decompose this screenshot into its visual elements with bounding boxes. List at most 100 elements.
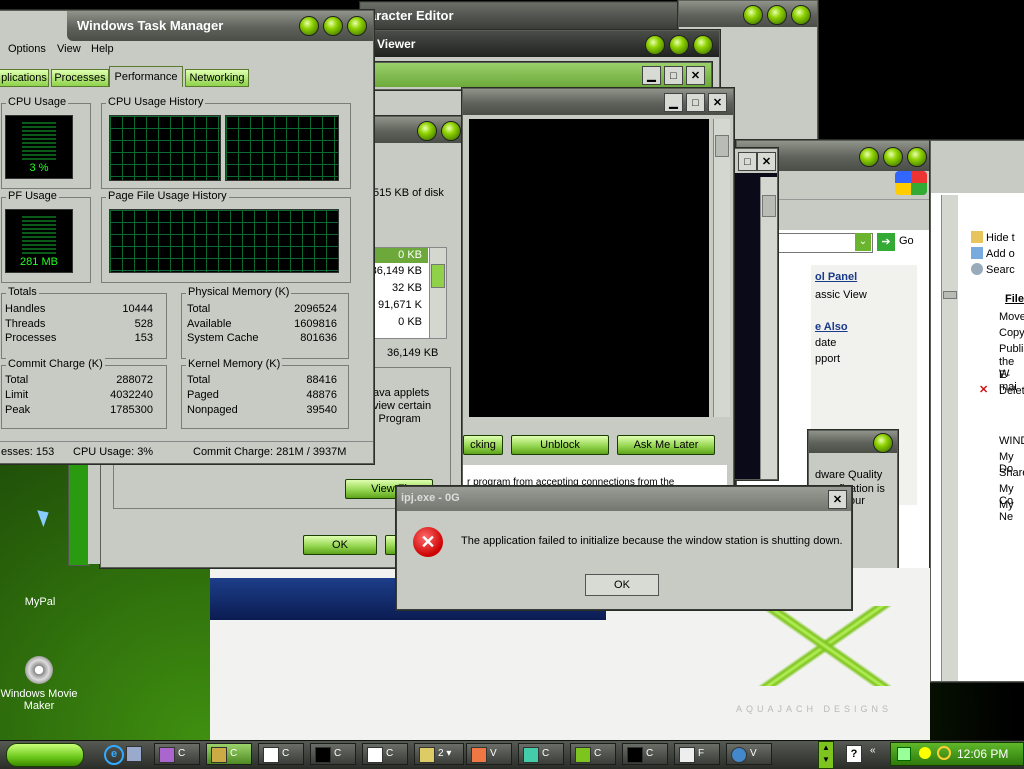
desktop-icon-windows-movie-maker[interactable]: Windows Movie Maker — [0, 656, 78, 712]
file-task-move[interactable]: Move — [999, 311, 1024, 323]
place-windows[interactable]: WIND — [999, 435, 1024, 447]
desktop-icon-mypal[interactable]: MyPal — [10, 596, 70, 608]
taskbar-label-12: V — [750, 748, 757, 759]
error-icon: ✕ — [413, 527, 443, 557]
control-panel-heading[interactable]: ol Panel — [815, 271, 857, 283]
clock[interactable]: 12:06 PM — [957, 747, 1008, 761]
tray-chevron-icon[interactable]: « — [870, 745, 876, 756]
close-orb-icon[interactable] — [441, 121, 461, 141]
dark-list-window[interactable]: □ ✕ — [734, 148, 778, 480]
tab-performance[interactable]: Performance — [109, 66, 183, 87]
place-shared[interactable]: Share — [999, 467, 1024, 479]
cpu-usage-label: CPU Usage — [6, 96, 69, 108]
taskbar-button-12[interactable]: V — [726, 743, 772, 765]
maximize-orb-icon[interactable] — [883, 147, 903, 167]
ok-button[interactable]: OK — [303, 535, 377, 555]
taskbar-button-10[interactable]: C — [622, 743, 668, 765]
taskbar-label-11: F — [698, 748, 705, 759]
minimize-button[interactable]: ▁ — [642, 66, 661, 85]
taskbar-button-8[interactable]: C — [518, 743, 564, 765]
close-button[interactable]: ✕ — [686, 66, 705, 85]
classic-view-link[interactable]: assic View — [815, 289, 867, 301]
network-icon[interactable] — [897, 747, 911, 761]
minimize-button[interactable]: ▁ — [664, 93, 683, 112]
file-task-delete[interactable]: Delete — [999, 385, 1024, 397]
task-manager-window[interactable]: Windows Task Manager Options View Help p… — [0, 10, 374, 464]
tab-networking[interactable]: Networking — [185, 69, 249, 87]
see-also-heading: e Also — [815, 321, 848, 333]
firewall-window[interactable]: ▁ □ ✕ cking Unblock Ask Me Later r program… — [462, 88, 734, 490]
scrollbar[interactable] — [941, 195, 958, 681]
see-also-item-1[interactable]: date — [815, 337, 836, 349]
app-icon — [523, 747, 539, 763]
help-icon[interactable]: ? — [846, 745, 862, 763]
close-orb-icon[interactable] — [873, 433, 893, 453]
task-search[interactable]: Searc — [971, 263, 1015, 276]
file-task-publish[interactable]: Publis — [999, 343, 1024, 355]
task-hide[interactable]: Hide t — [971, 231, 1015, 244]
chevron-down-icon[interactable]: ⌄ — [855, 233, 871, 251]
close-button[interactable]: ✕ — [828, 490, 847, 509]
see-also-item-2[interactable]: pport — [815, 353, 840, 365]
close-orb-icon[interactable] — [907, 147, 927, 167]
taskbar-button-5[interactable]: C — [362, 743, 408, 765]
minimize-orb-icon[interactable] — [299, 16, 319, 36]
start-button[interactable] — [6, 743, 84, 767]
menu-view[interactable]: View — [57, 43, 81, 55]
task-add[interactable]: Add o — [971, 247, 1015, 260]
scrollbar[interactable] — [713, 119, 730, 417]
maximize-button[interactable]: □ — [738, 152, 757, 171]
right-task-panel[interactable]: Hide t Add o Searc File Move Copy Publis… — [930, 140, 1024, 682]
totals-label: Totals — [6, 286, 39, 298]
tab-applications[interactable]: plications — [0, 69, 49, 87]
close-orb-icon[interactable] — [693, 35, 713, 55]
maximize-orb-icon[interactable] — [767, 5, 787, 25]
internet-explorer-icon[interactable]: e — [104, 745, 124, 765]
taskbar-button-1[interactable]: C — [154, 743, 200, 765]
tab-processes[interactable]: Processes — [51, 69, 109, 87]
go-button[interactable]: Go — [899, 235, 914, 247]
close-button[interactable]: ✕ — [757, 152, 776, 171]
maximize-orb-icon[interactable] — [669, 35, 689, 55]
taskbar-scroll-arrows[interactable]: ▲ ▼ — [818, 741, 834, 769]
error-ok-button[interactable]: OK — [585, 574, 659, 596]
scrollbar[interactable] — [760, 177, 777, 479]
physical-total-label: Total — [187, 303, 211, 315]
taskbar-button-3[interactable]: C — [258, 743, 304, 765]
physical-available-value: 1609816 — [294, 318, 337, 330]
close-orb-icon[interactable] — [347, 16, 367, 36]
maximize-orb-icon[interactable] — [417, 121, 437, 141]
go-arrow-icon[interactable]: ➔ — [877, 233, 895, 251]
taskbar-button-7[interactable]: V — [466, 743, 512, 765]
scrollbar[interactable] — [429, 248, 446, 338]
taskbar-button-2[interactable]: C — [206, 743, 252, 765]
minimize-orb-icon[interactable] — [645, 35, 665, 55]
green-title-window-1[interactable]: ▁ □ ✕ — [372, 62, 712, 90]
minimize-orb-icon[interactable] — [859, 147, 879, 167]
menu-help[interactable]: Help — [91, 43, 114, 55]
size-row-2: 36,149 KB — [370, 265, 422, 277]
maximize-button[interactable]: □ — [686, 93, 705, 112]
ask-me-later-button[interactable]: Ask Me Later — [617, 435, 715, 455]
volume-icon[interactable] — [919, 747, 931, 759]
search-icon[interactable] — [937, 746, 951, 760]
unblock-button[interactable]: Unblock — [511, 435, 609, 455]
maximize-orb-icon[interactable] — [323, 16, 343, 36]
taskbar-button-11[interactable]: F — [674, 743, 720, 765]
close-button[interactable]: ✕ — [708, 93, 727, 112]
place-my-network[interactable]: My Ne — [999, 499, 1024, 523]
taskbar-button-9[interactable]: C — [570, 743, 616, 765]
taskbar-button-6[interactable]: 2 ▾ — [414, 743, 464, 765]
close-orb-icon[interactable] — [791, 5, 811, 25]
file-task-copy[interactable]: Copy — [999, 327, 1024, 339]
file-size-list[interactable]: 0 KB 36,149 KB 32 KB 91,671 K 0 KB — [371, 247, 447, 339]
size-row-1: 0 KB — [398, 249, 422, 261]
taskbar-button-4[interactable]: C — [310, 743, 356, 765]
error-dialog[interactable]: ipj.exe - 0G ✕ ✕ The application failed … — [396, 486, 852, 610]
size-row-3: 32 KB — [392, 282, 422, 294]
show-desktop-icon[interactable] — [126, 746, 142, 762]
menu-options[interactable]: Options — [8, 43, 46, 55]
maximize-button[interactable]: □ — [664, 66, 683, 85]
minimize-orb-icon[interactable] — [743, 5, 763, 25]
keep-blocking-button[interactable]: cking — [463, 435, 503, 455]
